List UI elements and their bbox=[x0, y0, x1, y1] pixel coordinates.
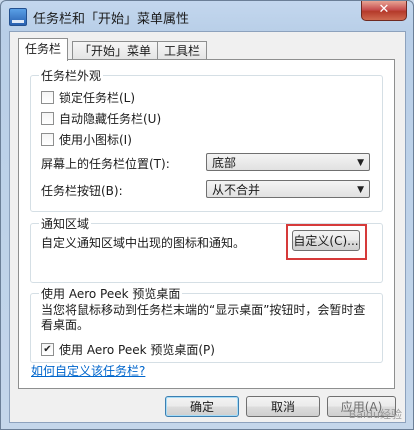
appearance-group-title: 任务栏外观 bbox=[39, 67, 104, 84]
taskbar-position-select[interactable]: 底部 ▼ bbox=[206, 153, 370, 171]
window-title: 任务栏和「开始」菜单属性 bbox=[33, 12, 190, 27]
chevron-down-icon: ▼ bbox=[357, 185, 364, 195]
ok-button[interactable]: 确定 bbox=[165, 396, 239, 417]
taskbar-icon bbox=[9, 8, 27, 26]
notification-group: 通知区域 自定义通知区域中出现的图标和通知。 自定义(C)... bbox=[30, 215, 383, 283]
taskbar-position-label: 屏幕上的任务栏位置(T): bbox=[41, 157, 170, 171]
help-link[interactable]: 如何自定义该任务栏? bbox=[31, 362, 145, 379]
checkbox-box bbox=[41, 132, 54, 146]
autohide-checkbox[interactable]: 自动隐藏任务栏(U) bbox=[41, 110, 161, 126]
notification-description: 自定义通知区域中出现的图标和通知。 bbox=[41, 236, 246, 250]
customize-button[interactable]: 自定义(C)... bbox=[292, 230, 360, 251]
tab-panel-taskbar: 任务栏外观 锁定任务栏(L) 自动隐藏任务栏(U) 使用小图标(I) 屏幕上的任… bbox=[18, 59, 395, 389]
tab-taskbar[interactable]: 任务栏 bbox=[18, 38, 69, 61]
checkbox-box bbox=[41, 90, 54, 104]
lock-taskbar-checkbox[interactable]: 锁定任务栏(L) bbox=[41, 89, 135, 105]
tab-toolbars[interactable]: 工具栏 bbox=[157, 41, 208, 60]
properties-window: 任务栏和「开始」菜单属性 ✕ 任务栏 「开始」菜单 工具栏 任务栏外观 锁定任务… bbox=[0, 0, 414, 430]
taskbar-buttons-label: 任务栏按钮(B): bbox=[41, 184, 123, 198]
taskbar-position-value: 底部 bbox=[212, 156, 237, 170]
small-icons-checkbox[interactable]: 使用小图标(I) bbox=[41, 131, 132, 147]
aero-peek-group-title: 使用 Aero Peek 预览桌面 bbox=[39, 285, 183, 302]
tab-start-menu[interactable]: 「开始」菜单 bbox=[72, 41, 159, 60]
dialog-body: 任务栏 「开始」菜单 工具栏 任务栏外观 锁定任务栏(L) 自动隐藏任务栏(U)… bbox=[9, 31, 406, 423]
aero-peek-group: 使用 Aero Peek 预览桌面 当您将鼠标移动到任务栏末端的“显示桌面”按钮… bbox=[30, 285, 383, 363]
taskbar-buttons-select[interactable]: 从不合并 ▼ bbox=[206, 180, 370, 198]
lock-taskbar-label: 锁定任务栏(L) bbox=[59, 90, 136, 105]
appearance-group: 任务栏外观 锁定任务栏(L) 自动隐藏任务栏(U) 使用小图标(I) 屏幕上的任… bbox=[30, 67, 383, 212]
notification-group-title: 通知区域 bbox=[39, 215, 92, 232]
cancel-button[interactable]: 取消 bbox=[246, 396, 320, 417]
aero-peek-description: 当您将鼠标移动到任务栏末端的“显示桌面”按钮时，会暂时查看桌面。 bbox=[41, 303, 366, 332]
aero-peek-checkbox-label: 使用 Aero Peek 预览桌面(P) bbox=[59, 342, 215, 357]
chevron-down-icon: ▼ bbox=[357, 158, 364, 168]
aero-peek-checkbox[interactable]: ✔ 使用 Aero Peek 预览桌面(P) bbox=[41, 341, 215, 357]
checkmark-icon: ✔ bbox=[41, 342, 54, 356]
autohide-label: 自动隐藏任务栏(U) bbox=[59, 111, 162, 126]
close-button[interactable]: ✕ bbox=[361, 1, 407, 21]
checkbox-box bbox=[41, 111, 54, 125]
watermark: Baidu经验 bbox=[348, 408, 402, 421]
taskbar-buttons-value: 从不合并 bbox=[212, 183, 261, 197]
small-icons-label: 使用小图标(I) bbox=[59, 132, 132, 147]
title-bar[interactable]: 任务栏和「开始」菜单属性 ✕ bbox=[1, 1, 413, 31]
